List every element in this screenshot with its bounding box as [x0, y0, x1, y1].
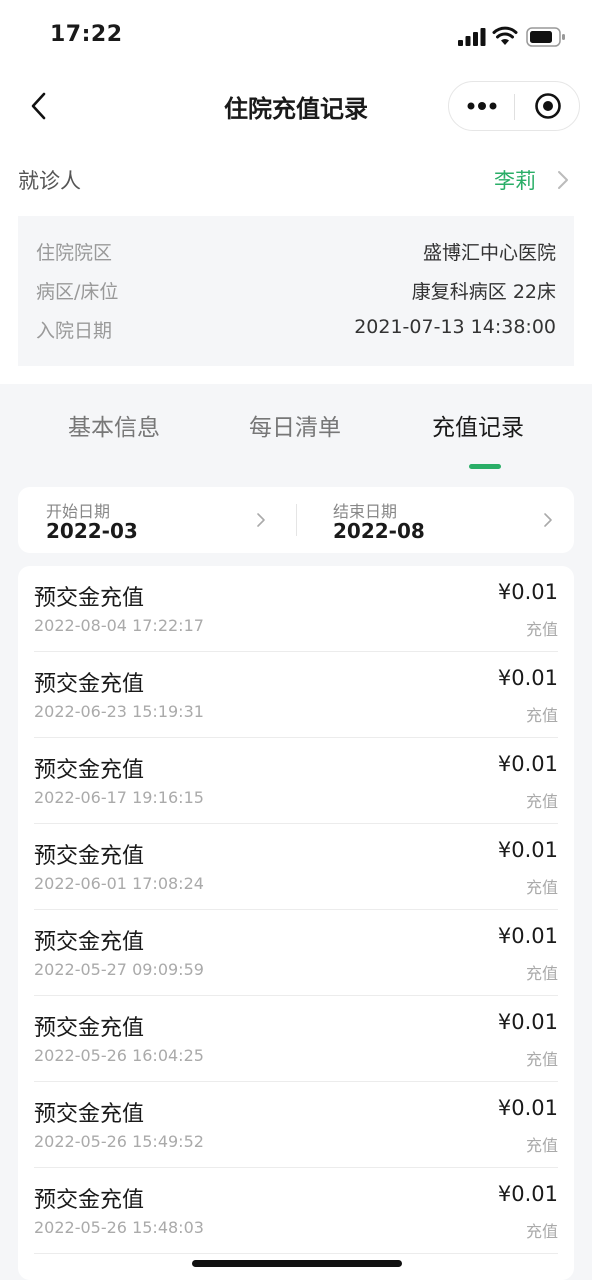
status-bar: 17:22 [0, 0, 592, 76]
record-title: 预交金充值 [34, 930, 145, 955]
chevron-right-icon [558, 171, 568, 189]
info-row-campus: 住院院区 盛博汇中心医院 [36, 238, 556, 268]
record-title: 预交金充值 [34, 672, 145, 697]
record-title: 预交金充值 [34, 1102, 145, 1127]
list-item[interactable]: 预交金充值 2022-06-23 15:19:31 ¥0.01 充值 [34, 652, 558, 738]
record-amount: ¥0.01 [497, 1096, 558, 1120]
record-amount: ¥0.01 [497, 1010, 558, 1034]
record-type: 充值 [525, 620, 558, 639]
record-type: 充值 [525, 706, 558, 725]
recharge-records-list: 预交金充值 2022-08-04 17:22:17 ¥0.01 充值 预交金充值… [18, 566, 574, 1280]
date-range-filter: 开始日期 2022-03 结束日期 2022-08 [18, 487, 574, 553]
list-item[interactable]: 预交金充值 2022-05-26 16:04:25 ¥0.01 充值 [34, 996, 558, 1082]
list-item[interactable]: 预交金充值 2022-08-04 17:22:17 ¥0.01 充值 [34, 566, 558, 652]
record-time: 2022-05-26 15:49:52 [34, 1132, 204, 1151]
record-title: 预交金充值 [34, 844, 145, 869]
list-item[interactable]: 预交金充值 2022-05-26 15:49:52 ¥0.01 充值 [34, 1082, 558, 1168]
admission-info-card: 住院院区 盛博汇中心医院 病区/床位 康复科病区 22床 入院日期 2021-0… [18, 216, 574, 366]
record-type: 充值 [525, 1136, 558, 1155]
home-indicator [192, 1260, 402, 1267]
list-item[interactable]: 预交金充值 2022-05-26 15:48:03 ¥0.01 充值 [34, 1168, 558, 1254]
record-type: 充值 [525, 792, 558, 811]
info-key: 住院院区 [36, 242, 113, 264]
info-value: 康复科病区 22床 [411, 281, 556, 303]
record-amount: ¥0.01 [497, 752, 558, 776]
info-value: 2021-07-13 14:38:00 [354, 316, 556, 338]
close-mini-program-button[interactable] [515, 82, 580, 130]
record-title: 预交金充值 [34, 1188, 145, 1213]
record-amount: ¥0.01 [497, 924, 558, 948]
patient-label: 就诊人 [18, 169, 81, 193]
record-title: 预交金充值 [34, 586, 145, 611]
record-amount: ¥0.01 [497, 580, 558, 604]
record-type: 充值 [525, 1222, 558, 1241]
date-divider [296, 504, 297, 536]
active-tab-indicator [469, 464, 501, 469]
patient-name: 李莉 [494, 169, 536, 193]
end-date-value: 2022-08 [333, 519, 425, 543]
start-date-value: 2022-03 [46, 519, 138, 543]
tab-recharge-records[interactable]: 充值记录 [388, 408, 568, 442]
more-button[interactable] [449, 82, 514, 130]
record-title: 预交金充值 [34, 1016, 145, 1041]
chevron-right-icon [257, 513, 265, 527]
info-value: 盛博汇中心医院 [422, 242, 556, 264]
wifi-icon [492, 26, 518, 45]
record-time: 2022-05-26 15:48:03 [34, 1218, 204, 1237]
status-time: 17:22 [50, 22, 123, 47]
battery-icon [526, 27, 565, 47]
start-date-picker[interactable]: 开始日期 2022-03 [18, 487, 296, 553]
record-type: 充值 [525, 1050, 558, 1069]
nav-bar: 住院充值记录 [0, 76, 592, 136]
mini-program-capsule [448, 81, 580, 131]
record-time: 2022-06-01 17:08:24 [34, 874, 204, 893]
info-row-admission-date: 入院日期 2021-07-13 14:38:00 [36, 316, 556, 346]
record-type: 充值 [525, 878, 558, 897]
record-time: 2022-06-23 15:19:31 [34, 702, 204, 721]
info-key: 入院日期 [36, 320, 113, 342]
record-title: 预交金充值 [34, 758, 145, 783]
info-key: 病区/床位 [36, 281, 119, 303]
more-dots-icon [467, 102, 496, 110]
close-target-icon [534, 93, 561, 119]
record-time: 2022-06-17 19:16:15 [34, 788, 204, 807]
record-time: 2022-08-04 17:22:17 [34, 616, 204, 635]
list-item[interactable]: 预交金充值 2022-06-01 17:08:24 ¥0.01 充值 [34, 824, 558, 910]
patient-selector[interactable]: 就诊人 李莉 [0, 150, 592, 208]
chevron-right-icon [544, 513, 552, 527]
record-time: 2022-05-27 09:09:59 [34, 960, 204, 979]
tab-daily-list[interactable]: 每日清单 [205, 408, 385, 442]
end-date-picker[interactable]: 结束日期 2022-08 [305, 487, 583, 553]
record-type: 充值 [525, 964, 558, 983]
record-amount: ¥0.01 [497, 838, 558, 862]
record-amount: ¥0.01 [497, 666, 558, 690]
content-section: 基本信息 每日清单 充值记录 开始日期 2022-03 结束日期 2022-08… [0, 384, 592, 1280]
tab-bar: 基本信息 每日清单 充值记录 [0, 384, 592, 474]
info-row-ward-bed: 病区/床位 康复科病区 22床 [36, 277, 556, 307]
tab-basic-info[interactable]: 基本信息 [24, 408, 204, 442]
record-time: 2022-05-26 16:04:25 [34, 1046, 204, 1065]
list-item[interactable]: 预交金充值 2022-06-17 19:16:15 ¥0.01 充值 [34, 738, 558, 824]
record-amount: ¥0.01 [497, 1182, 558, 1206]
signal-icon [458, 28, 486, 46]
list-item[interactable]: 预交金充值 2022-05-27 09:09:59 ¥0.01 充值 [34, 910, 558, 996]
